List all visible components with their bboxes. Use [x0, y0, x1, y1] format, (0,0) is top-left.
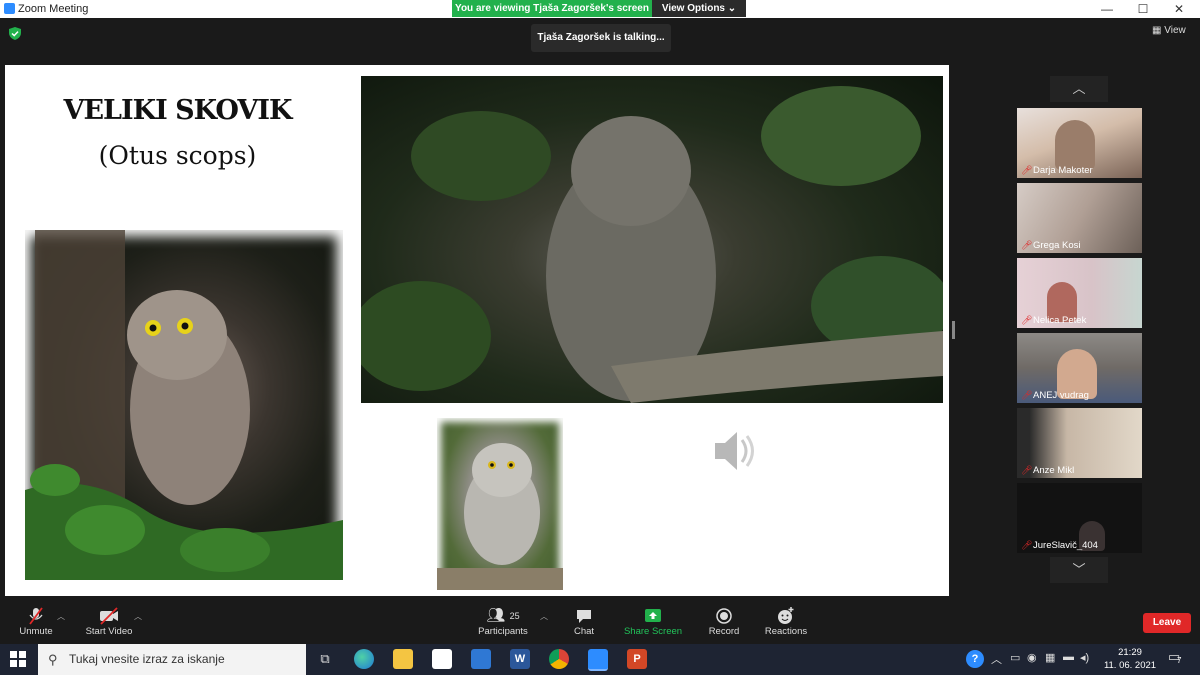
shared-slide: VELIKI SKOVIK (Otus scops) [5, 65, 949, 596]
participants-button[interactable]: 👥︎ 25 Participants [472, 606, 534, 637]
help-icon[interactable]: ? [966, 650, 984, 668]
unmute-button[interactable]: Unmute [12, 606, 60, 637]
participant-tile[interactable]: 🎤︎ Nelica Petek [1017, 258, 1142, 328]
chat-icon [566, 606, 602, 626]
minimize-button[interactable]: — [1092, 1, 1122, 17]
owl-on-tree-photo [25, 230, 343, 580]
speaker-icon[interactable] [713, 428, 763, 474]
maximize-button[interactable]: ☐ [1128, 1, 1158, 17]
reactions-label: Reactions [764, 626, 808, 637]
view-options-button[interactable]: View Options ⌄ [652, 0, 746, 17]
reactions-button[interactable]: Reactions [760, 606, 812, 637]
windows-start-icon[interactable] [10, 651, 26, 667]
participant-tile[interactable]: 🎤︎ Darja Makoter [1017, 108, 1142, 178]
talking-indicator: Tjaša Zagoršek is talking... [531, 24, 671, 52]
participants-count: 25 [509, 611, 520, 621]
zoom-app-icon [4, 3, 15, 14]
slide-title: VELIKI SKOVIK [63, 95, 293, 126]
battery-icon[interactable]: ▬ [1063, 651, 1074, 663]
video-off-icon [80, 606, 138, 626]
taskbar-clock[interactable]: 21:29 11. 06. 2021 [1095, 646, 1165, 672]
leave-button[interactable]: Leave [1143, 613, 1191, 633]
chevron-down-icon: ﹀ [1072, 562, 1086, 577]
tablet-icon[interactable]: ▭ [1010, 651, 1020, 664]
record-button[interactable]: Record [702, 606, 746, 637]
owl-chick-photo [437, 418, 563, 590]
slide-subtitle: (Otus scops) [98, 141, 257, 170]
scroll-up-button[interactable]: ︿ [1050, 76, 1108, 102]
participant-name: Nelica Petek [1033, 315, 1087, 326]
view-button-label: View [1164, 25, 1186, 36]
chat-label: Chat [573, 626, 595, 637]
record-label: Record [708, 626, 740, 637]
task-view-icon[interactable]: ⧉ [315, 649, 335, 669]
share-screen-label: Share Screen [623, 626, 683, 637]
microsoft-store-icon[interactable] [432, 649, 452, 669]
clock-time: 21:29 [1118, 647, 1142, 658]
participant-name: JureSlavič_404 [1033, 540, 1098, 551]
participants-label: Participants [478, 626, 528, 637]
reactions-icon [760, 606, 812, 626]
meet-now-icon[interactable]: ◉ [1027, 651, 1037, 664]
word-icon[interactable]: W [510, 649, 530, 669]
start-video-button[interactable]: Start Video [80, 606, 138, 637]
audio-options-caret[interactable]: ︿ [57, 611, 65, 622]
participant-name: Darja Makoter [1033, 165, 1093, 176]
clock-date: 11. 06. 2021 [1103, 660, 1157, 671]
edge-browser-icon[interactable] [354, 649, 374, 669]
powerpoint-icon[interactable]: P [627, 649, 647, 669]
participant-name: Anze Mikl [1033, 465, 1075, 476]
grid-icon: ▦ [1152, 25, 1162, 36]
participant-tile[interactable]: 🎤︎ Grega Kosi [1017, 183, 1142, 253]
scroll-down-button[interactable]: ﹀ [1050, 557, 1108, 583]
chat-button[interactable]: Chat [566, 606, 602, 637]
window-title: Zoom Meeting [18, 3, 89, 15]
notification-center-button[interactable]: ▭ 7 [1168, 649, 1184, 665]
file-explorer-icon[interactable] [393, 649, 413, 669]
unmute-label: Unmute [19, 626, 53, 637]
owl-at-night-photo [361, 76, 943, 403]
participant-name: ANEJ vudrag [1033, 390, 1089, 401]
screen-share-banner: You are viewing Tjaša Zagoršek's screen [452, 0, 652, 17]
shield-icon[interactable] [9, 27, 21, 40]
participant-name: Grega Kosi [1033, 240, 1081, 251]
participant-tile[interactable]: 🎤︎ Anze Mikl [1017, 408, 1142, 478]
chrome-icon[interactable] [549, 649, 569, 669]
view-button[interactable]: ▦ View [1152, 25, 1186, 36]
notification-count: 7 [1177, 656, 1182, 665]
share-screen-button[interactable]: Share Screen [620, 606, 686, 637]
participant-tile[interactable]: 🎤︎ JureSlavič_404 [1017, 483, 1142, 553]
mail-icon[interactable] [471, 649, 491, 669]
close-button[interactable]: ✕ [1164, 1, 1194, 17]
network-icon[interactable]: ▦ [1045, 651, 1055, 664]
tray-chevron-up-icon[interactable]: ︿ [991, 651, 1002, 667]
share-screen-icon [620, 606, 686, 626]
chevron-up-icon: ︿ [1072, 81, 1086, 96]
start-video-label: Start Video [85, 626, 133, 637]
participants-icon: 👥︎ [486, 607, 506, 624]
participants-options-caret[interactable]: ︿ [540, 611, 548, 622]
search-icon: ⚲ [48, 652, 58, 667]
mic-off-icon [12, 606, 60, 626]
participant-silhouette [1055, 120, 1095, 170]
record-icon [702, 606, 746, 626]
panel-resize-handle[interactable] [952, 321, 955, 339]
zoom-taskbar-icon[interactable] [588, 649, 608, 671]
search-placeholder: Tukaj vnesite izraz za iskanje [69, 652, 225, 666]
participant-tile[interactable]: 🎤︎ ANEJ vudrag [1017, 333, 1142, 403]
taskbar-search-box[interactable]: ⚲ Tukaj vnesite izraz za iskanje [38, 644, 306, 675]
volume-icon[interactable]: ◂) [1080, 651, 1089, 664]
video-options-caret[interactable]: ︿ [134, 611, 142, 622]
